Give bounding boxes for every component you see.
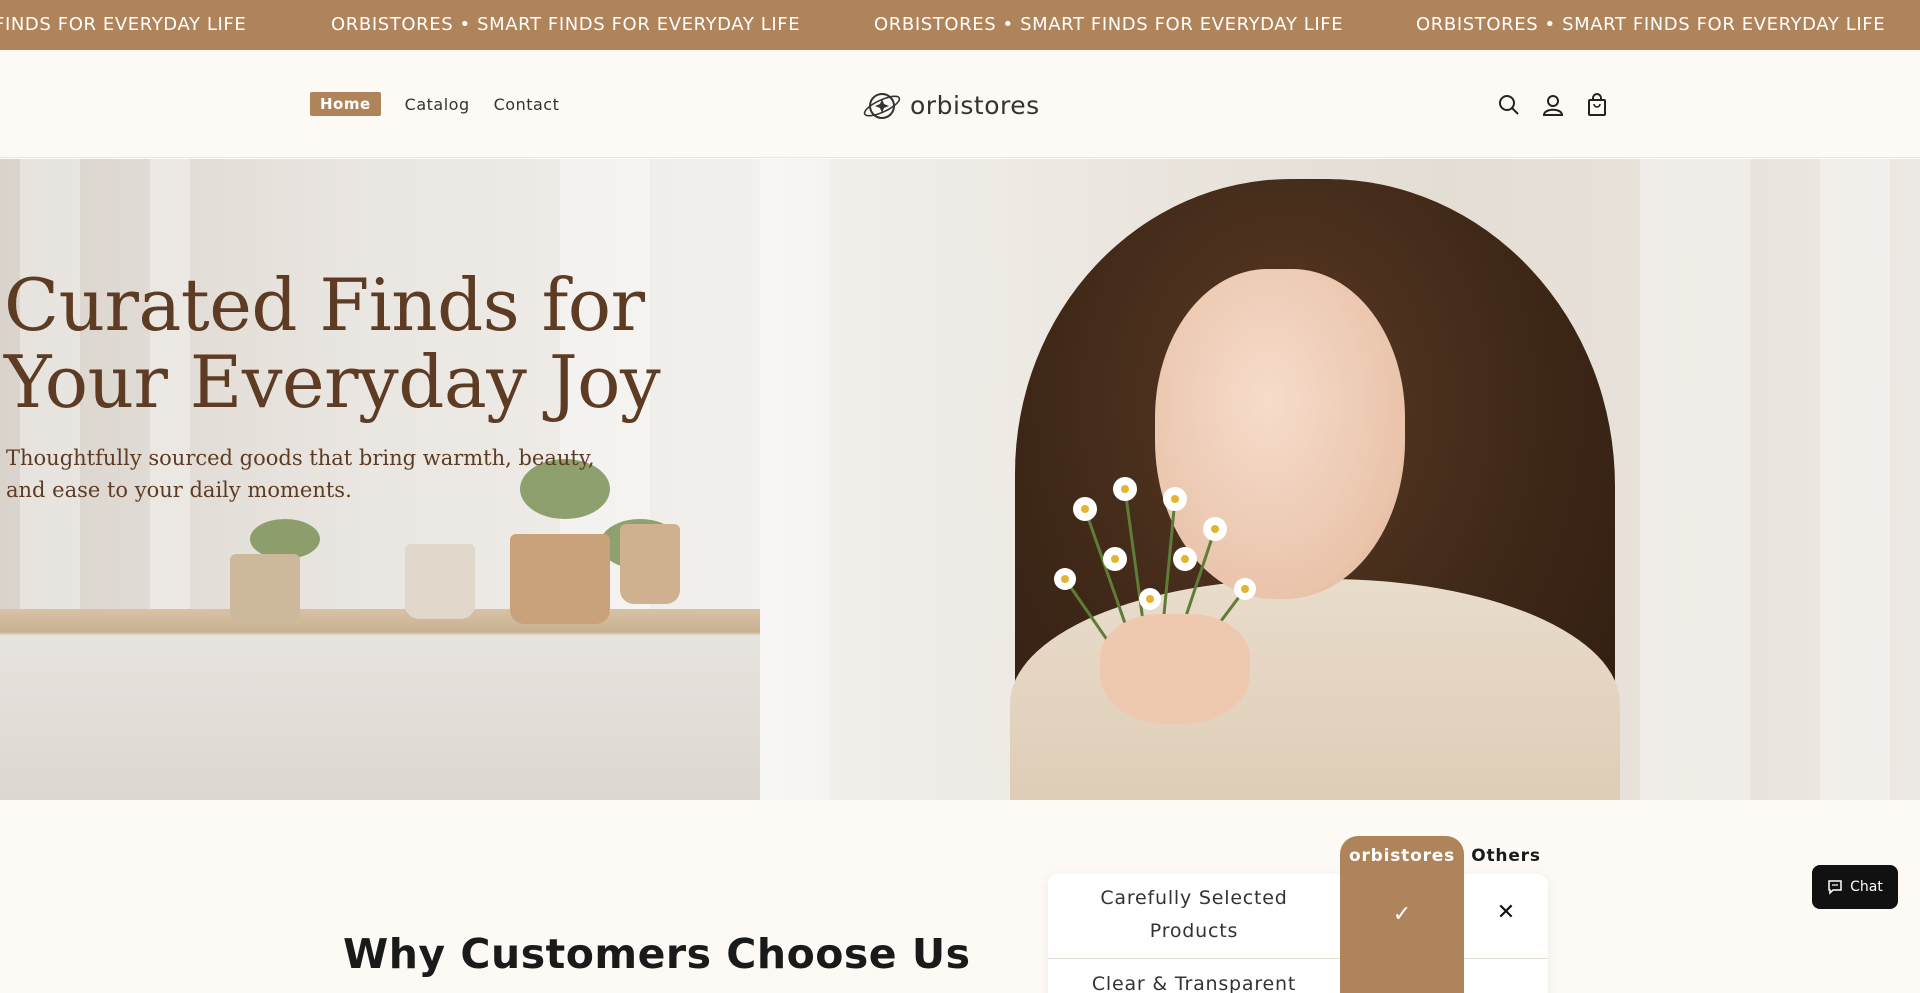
chat-button[interactable]: Chat <box>1812 865 1898 909</box>
row-divider <box>1048 958 1548 959</box>
hero-title-line: Your Everyday Joy <box>4 340 661 424</box>
cross-icon: ✕ <box>1496 900 1516 925</box>
announcement-text: ORBISTORES • SMART FINDS FOR EVERYDAY LI… <box>331 14 801 35</box>
row-label: Clear & Transparent <box>1091 973 1297 993</box>
planet-logo-icon <box>863 93 901 119</box>
site-header: Home Catalog Contact orbistores <box>0 50 1920 158</box>
announcement-text: ORBISTORES • SMART FINDS FOR EVERYDAY LI… <box>874 14 1344 35</box>
hero-subtitle-line: Thoughtfully sourced goods that bring wa… <box>6 446 595 470</box>
row-label-line: Carefully Selected <box>1100 887 1288 909</box>
hero-photo-hands <box>1100 614 1250 724</box>
cart-icon[interactable] <box>1584 92 1610 118</box>
plant-pot <box>230 554 300 624</box>
chat-bubble-icon <box>1828 880 1842 895</box>
nav-home-link[interactable]: Home <box>310 92 381 116</box>
announcement-bar: FINDS FOR EVERYDAY LIFE ORBISTORES • SMA… <box>0 0 1920 50</box>
nav-catalog-link[interactable]: Catalog <box>405 95 470 114</box>
account-icon[interactable] <box>1540 92 1566 118</box>
curtain-panel <box>1820 159 1890 800</box>
nav-contact-link[interactable]: Contact <box>494 95 560 114</box>
hero-banner[interactable]: Curated Finds for Your Everyday Joy Thou… <box>0 159 1920 800</box>
main-nav: Home Catalog Contact <box>310 92 583 116</box>
brand-column-header: orbistores <box>1348 846 1455 866</box>
row-label: Carefully Selected Products <box>1048 882 1340 948</box>
row-label-line: Products <box>1149 920 1239 942</box>
window-sill <box>0 609 760 800</box>
hero-subtitle: Thoughtfully sourced goods that bring wa… <box>6 442 595 506</box>
logo-text: orbistores <box>910 90 1040 120</box>
hero-title-line: Curated Finds for <box>4 263 645 347</box>
announcement-text: ORBISTORES • SMART FINDS FOR EVERYDAY LI… <box>1416 14 1886 35</box>
hero-subtitle-line: and ease to your daily moments. <box>6 478 352 502</box>
others-column-header: Others <box>1471 846 1541 866</box>
comparison-table: orbistores Others Carefully Selected Pro… <box>1048 836 1548 993</box>
curtain-panel <box>760 159 830 800</box>
check-icon: ✓ <box>1392 902 1412 927</box>
plant-pot <box>510 534 610 624</box>
site-logo[interactable]: orbistores <box>862 78 1058 132</box>
header-icons <box>1496 92 1610 118</box>
plant-pot <box>405 544 475 619</box>
section-title: Why Customers Choose Us <box>343 930 971 978</box>
plant-pot <box>620 524 680 604</box>
plant-leaves <box>250 519 320 559</box>
announcement-text: FINDS FOR EVERYDAY LIFE <box>0 14 247 35</box>
hero-title: Curated Finds for Your Everyday Joy <box>4 263 661 424</box>
curtain-panel <box>1640 159 1750 800</box>
chat-label: Chat <box>1850 879 1883 895</box>
search-icon[interactable] <box>1496 92 1522 118</box>
